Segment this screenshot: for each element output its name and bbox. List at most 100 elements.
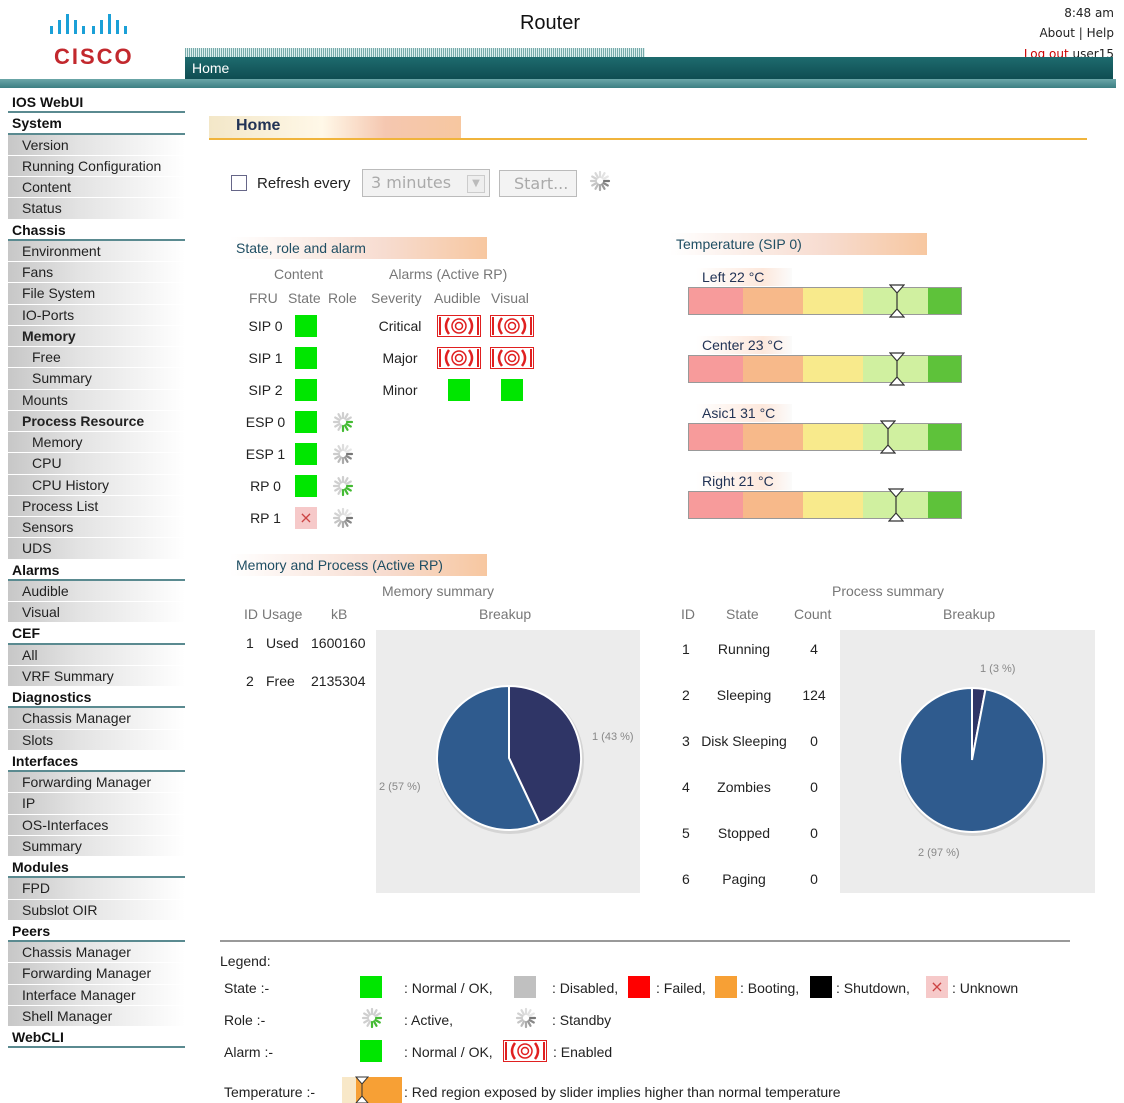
standby-spinner-icon xyxy=(332,507,354,529)
sidebar-item-forwarding-manager[interactable]: Forwarding Manager xyxy=(8,963,185,985)
sidebar-item-process-resource[interactable]: Process Resource xyxy=(8,410,185,432)
state-unknown-indicator: × xyxy=(295,507,317,529)
col-role: Role xyxy=(328,290,357,306)
sidebar-item-cpu-history[interactable]: CPU History xyxy=(8,474,185,496)
temperature-zone xyxy=(803,288,864,314)
process-row-state: Running xyxy=(717,641,771,657)
memory-summary-title: Memory summary xyxy=(382,583,495,599)
active-spinner-icon xyxy=(332,475,354,497)
alarm-audible-enabled-icon[interactable] xyxy=(437,315,481,337)
col-audible: Audible xyxy=(434,290,481,306)
process-pie-box: 1 (3 %) 2 (97 %) xyxy=(840,630,1095,893)
memory-row-kb: 1600160 xyxy=(311,635,366,651)
sidebar-item-forwarding-manager[interactable]: Forwarding Manager xyxy=(8,772,185,794)
sidebar-item-sensors[interactable]: Sensors xyxy=(8,517,185,539)
temperature-slider xyxy=(888,284,905,318)
state-ok-indicator xyxy=(295,347,317,369)
sidebar-item-mounts[interactable]: Mounts xyxy=(8,389,185,411)
legend-disabled-swatch xyxy=(514,976,536,998)
nav-home-link[interactable]: Home xyxy=(192,60,229,76)
memory-pie-box: 1 (43 %) 2 (57 %) xyxy=(376,630,640,893)
sidebar-item-running-configuration[interactable]: Running Configuration xyxy=(8,155,185,177)
sidebar-item-file-system[interactable]: File System xyxy=(8,283,185,305)
legend-state-booting: : Booting, xyxy=(740,980,800,996)
alarm-audible-enabled-icon[interactable] xyxy=(437,347,481,369)
content-header: Content xyxy=(274,266,324,282)
state-ok-indicator xyxy=(295,411,317,433)
legend-state-ok: : Normal / OK, xyxy=(404,980,493,996)
sidebar-item-fans[interactable]: Fans xyxy=(8,262,185,284)
sidebar-item-all[interactable]: All xyxy=(8,644,185,666)
sidebar-item-ip[interactable]: IP xyxy=(8,793,185,815)
clock-time: 8:48 am xyxy=(1064,6,1114,20)
legend-failed-swatch xyxy=(628,976,650,998)
sidebar-item-interfaces[interactable]: Interfaces xyxy=(8,750,185,772)
temperature-zone xyxy=(689,492,744,518)
sidebar-item-free[interactable]: Free xyxy=(8,347,185,369)
alarm-visual-ok-indicator xyxy=(501,379,523,401)
sidebar-item-uds[interactable]: UDS xyxy=(8,538,185,560)
alarm-visual-enabled-icon[interactable] xyxy=(490,315,534,337)
sidebar-item-cef[interactable]: CEF xyxy=(8,623,185,645)
alarm-visual-enabled-icon[interactable] xyxy=(490,347,534,369)
sidebar-item-version[interactable]: Version xyxy=(8,134,185,156)
sidebar-item-system[interactable]: System xyxy=(8,113,185,135)
sidebar-item-ios-webui[interactable]: IOS WebUI xyxy=(8,92,185,114)
sidebar-item-status[interactable]: Status xyxy=(8,198,185,220)
sidebar-item-environment[interactable]: Environment xyxy=(8,240,185,262)
about-link[interactable]: About xyxy=(1039,26,1074,40)
sidebar-item-diagnostics[interactable]: Diagnostics xyxy=(8,687,185,709)
legend-booting-swatch xyxy=(715,976,737,998)
col-severity: Severity xyxy=(371,290,422,306)
process-row-state: Paging xyxy=(722,871,766,887)
sidebar-item-content[interactable]: Content xyxy=(8,177,185,199)
start-button[interactable]: Start... xyxy=(499,170,577,197)
sidebar-item-process-list[interactable]: Process List xyxy=(8,495,185,517)
sidebar-item-slots[interactable]: Slots xyxy=(8,729,185,751)
sidebar-item-visual[interactable]: Visual xyxy=(8,602,185,624)
sidebar-item-summary[interactable]: Summary xyxy=(8,368,185,390)
sidebar-item-alarms[interactable]: Alarms xyxy=(8,559,185,581)
process-row-count: 124 xyxy=(802,687,826,703)
refresh-interval-select[interactable]: 3 minutes ▼ xyxy=(362,169,490,197)
pie-slice-label: 2 (97 %) xyxy=(918,847,960,859)
refresh-checkbox[interactable] xyxy=(231,175,247,191)
memory-row-usage: Used xyxy=(266,635,299,651)
temperature-section-title: Temperature (SIP 0) xyxy=(670,233,927,255)
sidebar-item-vrf-summary[interactable]: VRF Summary xyxy=(8,665,185,687)
sidebar-item-os-interfaces[interactable]: OS-Interfaces xyxy=(8,814,185,836)
process-row-id: 6 xyxy=(682,871,690,887)
process-row-state: Disk Sleeping xyxy=(701,733,787,749)
legend-divider xyxy=(220,940,1070,942)
cisco-wordmark: CISCO xyxy=(54,44,134,69)
legend-state-disabled: : Disabled, xyxy=(552,980,619,996)
sidebar-item-modules[interactable]: Modules xyxy=(8,857,185,879)
sidebar-item-chassis[interactable]: Chassis xyxy=(8,219,185,241)
help-link[interactable]: Help xyxy=(1087,26,1114,40)
sidebar-item-io-ports[interactable]: IO-Ports xyxy=(8,304,185,326)
sidebar-item-subslot-oir[interactable]: Subslot OIR xyxy=(8,899,185,921)
page-title: Home xyxy=(236,117,281,134)
sidebar-item-peers[interactable]: Peers xyxy=(8,920,185,942)
sidebar-item-interface-manager[interactable]: Interface Manager xyxy=(8,984,185,1006)
nav-bottom-bar xyxy=(0,79,1116,88)
sidebar-item-fpd[interactable]: FPD xyxy=(8,878,185,900)
sidebar-item-chassis-manager[interactable]: Chassis Manager xyxy=(8,708,185,730)
sidebar-item-memory[interactable]: Memory xyxy=(8,432,185,454)
sidebar-item-memory[interactable]: Memory xyxy=(8,325,185,347)
sidebar-item-webcli[interactable]: WebCLI xyxy=(8,1027,185,1049)
temperature-bar xyxy=(688,287,962,315)
process-row-state: Stopped xyxy=(717,825,771,841)
process-row-id: 1 xyxy=(682,641,690,657)
legend-alarm-enabled: : Enabled xyxy=(553,1044,613,1060)
proc-col-state: State xyxy=(726,606,759,622)
temperature-sensor-label: Asic1 31 °C xyxy=(696,404,792,422)
temperature-slider xyxy=(889,352,906,386)
sidebar-item-audible[interactable]: Audible xyxy=(8,580,185,602)
legend-state-shutdown: : Shutdown, xyxy=(836,980,910,996)
sidebar-item-chassis-manager[interactable]: Chassis Manager xyxy=(8,942,185,964)
temperature-zone xyxy=(743,288,804,314)
sidebar-item-cpu[interactable]: CPU xyxy=(8,453,185,475)
sidebar-item-summary[interactable]: Summary xyxy=(8,835,185,857)
sidebar-item-shell-manager[interactable]: Shell Manager xyxy=(8,1005,185,1027)
